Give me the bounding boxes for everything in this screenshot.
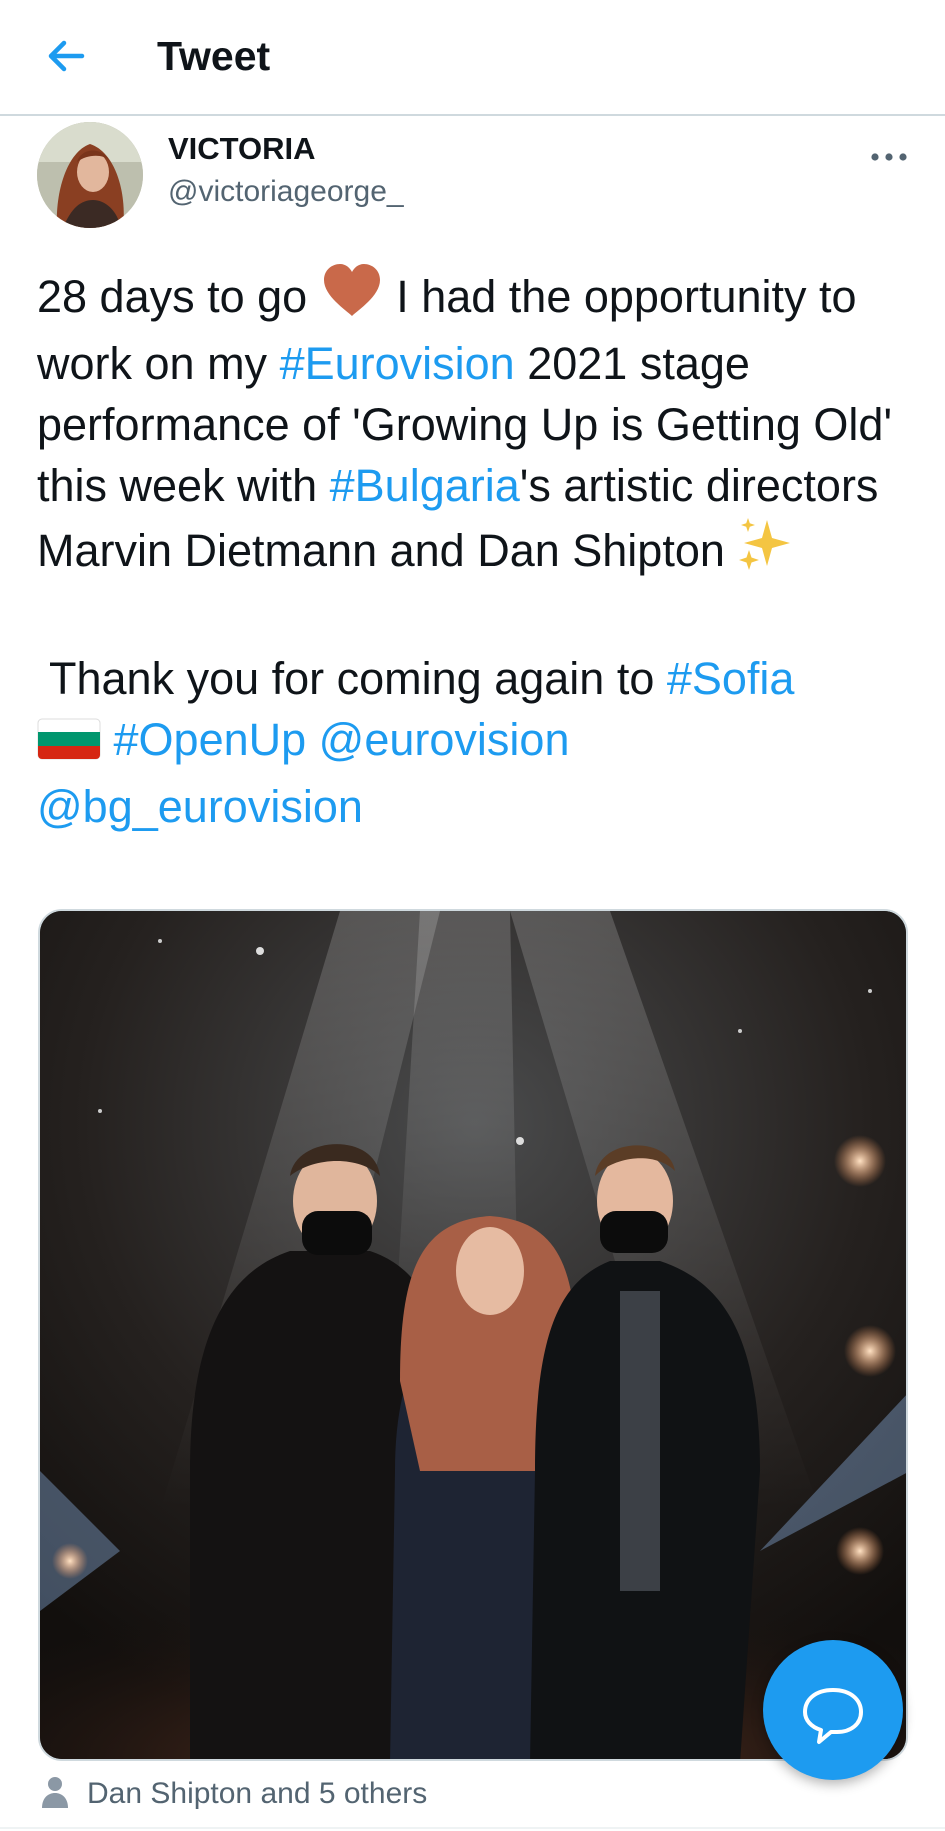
person-icon — [42, 1777, 68, 1808]
tweet-paragraph: Thank you for coming again to #Sofia #Op… — [37, 648, 917, 837]
tweet-photo[interactable] — [38, 909, 908, 1761]
compose-reply-icon — [803, 1688, 863, 1744]
tweet-text-segment: Thank you for coming again to — [49, 653, 667, 704]
user-handle[interactable]: @victoriageorge_ — [168, 173, 404, 211]
hashtag-link[interactable]: #Bulgaria — [330, 460, 520, 511]
back-button[interactable] — [40, 30, 92, 82]
arrow-left-icon — [48, 40, 85, 72]
mention-link[interactable]: @eurovision — [319, 714, 570, 765]
compose-reply-button[interactable] — [763, 1640, 903, 1780]
tweet-paragraph: 28 days to go I had the opportunity to w… — [37, 262, 917, 587]
brown-heart-emoji — [320, 262, 384, 333]
divider — [0, 1827, 945, 1829]
hashtag-link[interactable]: #OpenUp — [114, 714, 307, 765]
avatar[interactable] — [37, 122, 143, 228]
sparkles-emoji — [737, 516, 793, 587]
top-app-bar: Tweet — [0, 0, 945, 116]
page-title: Tweet — [157, 33, 271, 79]
bulgaria-flag-emoji — [37, 715, 101, 776]
tagged-users-label[interactable]: Dan Shipton and 5 others — [87, 1776, 427, 1812]
hashtag-link[interactable]: #Eurovision — [280, 338, 515, 389]
mention-link[interactable]: @bg_eurovision — [37, 781, 363, 832]
more-button[interactable] — [866, 142, 912, 172]
tweet-body: 28 days to go I had the opportunity to w… — [37, 262, 917, 837]
display-name[interactable]: VICTORIA — [168, 130, 316, 168]
more-dots-icon — [871, 153, 907, 161]
tweet-text-segment: 28 days to go — [37, 271, 320, 322]
hashtag-link[interactable]: #Sofia — [667, 653, 795, 704]
tweet-author: VICTORIA @victoriageorge_ — [0, 118, 945, 234]
